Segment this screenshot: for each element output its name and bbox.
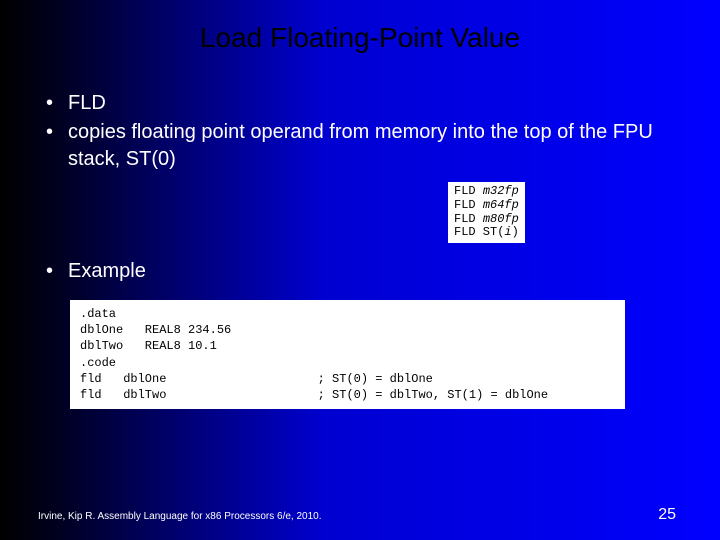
code-example: .data dblOne REAL8 234.56 dblTwo REAL8 1… — [70, 300, 625, 409]
code-line: dblTwo REAL8 10.1 — [80, 339, 217, 353]
footer-citation: Irvine, Kip R. Assembly Language for x86… — [38, 511, 322, 522]
code-line: .code — [80, 356, 116, 370]
slide: Load Floating-Point Value FLD copies flo… — [0, 0, 720, 540]
page-number: 25 — [658, 506, 676, 524]
bullet-marker: • — [38, 260, 68, 283]
bullet-item: FLD — [38, 90, 678, 117]
opcode-table: FLD m32fp FLD m64fp FLD m80fp FLD ST(i) — [448, 182, 525, 243]
slide-title: Load Floating-Point Value — [0, 22, 720, 54]
example-bullet: •Example — [38, 260, 678, 283]
code-line: dblOne REAL8 234.56 — [80, 323, 231, 337]
op-line: FLD m32fp — [454, 184, 519, 198]
op-line: FLD m64fp — [454, 198, 519, 212]
code-line: .data — [80, 307, 116, 321]
bullet-text: FLD — [68, 92, 106, 114]
bullet-item: copies floating point operand from memor… — [38, 119, 678, 173]
op-line: FLD m80fp — [454, 212, 519, 226]
bullet-list: FLD copies floating point operand from m… — [38, 90, 678, 175]
op-line: FLD ST(i) — [454, 225, 519, 239]
bullet-text: copies floating point operand from memor… — [68, 121, 653, 170]
example-label: Example — [68, 260, 146, 282]
code-line: fld dblTwo ; ST(0) = dblTwo, ST(1) = dbl… — [80, 388, 548, 402]
code-line: fld dblOne ; ST(0) = dblOne — [80, 372, 433, 386]
